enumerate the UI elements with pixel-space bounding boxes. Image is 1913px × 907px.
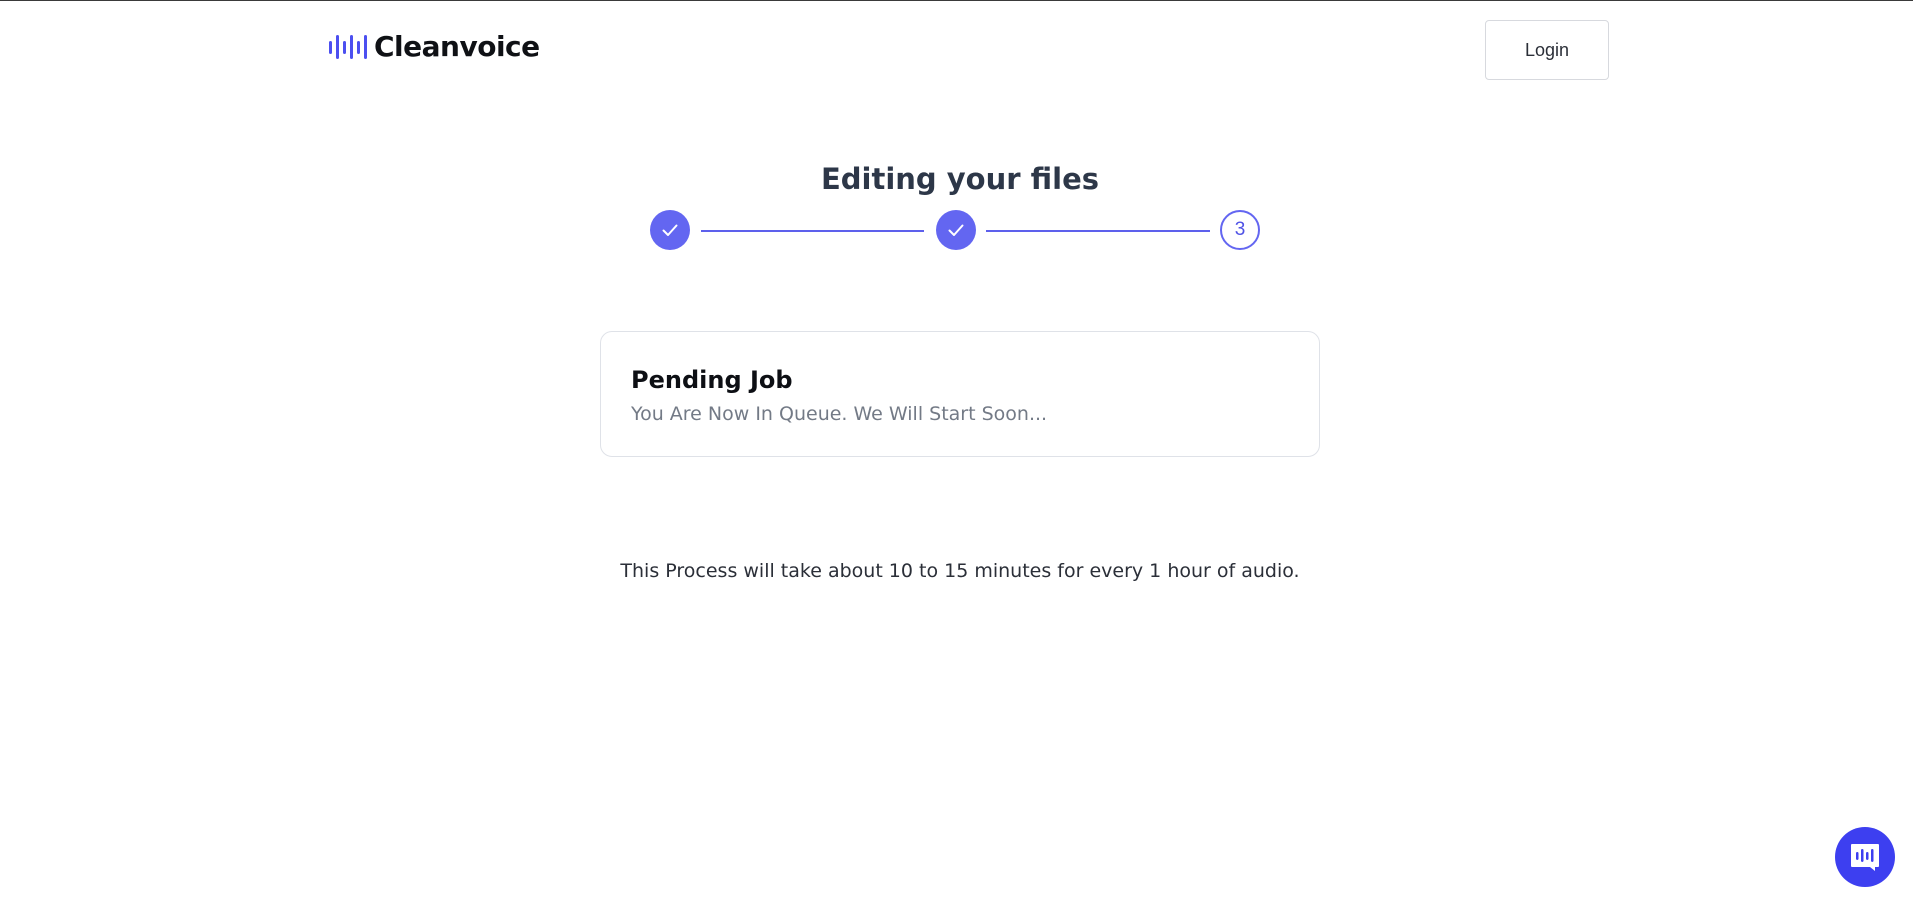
checkmark-icon [948,224,964,236]
chat-widget-button[interactable] [1835,827,1895,887]
job-status-message: You Are Now In Queue. We Will Start Soon… [631,403,1048,425]
page-title: Editing your files [820,162,1100,196]
checkmark-icon [662,224,678,236]
brand-logo[interactable]: Cleanvoice [328,30,540,63]
job-status-card: Pending Job You Are Now In Queue. We Wil… [600,331,1320,457]
processing-time-note: This Process will take about 10 to 15 mi… [620,560,1300,582]
chat-waveform-icon [1851,844,1879,871]
step-connector [986,230,1210,232]
waveform-logo-icon [329,34,367,59]
step-2-complete [936,210,976,250]
step-connector [701,230,924,232]
brand-name: Cleanvoice [374,30,540,63]
step-1-complete [650,210,690,250]
step-3-current: 3 [1220,210,1260,250]
job-status-title: Pending Job [631,366,793,394]
site-header: Cleanvoice Login [0,0,1913,100]
progress-stepper: 3 [650,210,1261,252]
login-button[interactable]: Login [1485,20,1609,80]
